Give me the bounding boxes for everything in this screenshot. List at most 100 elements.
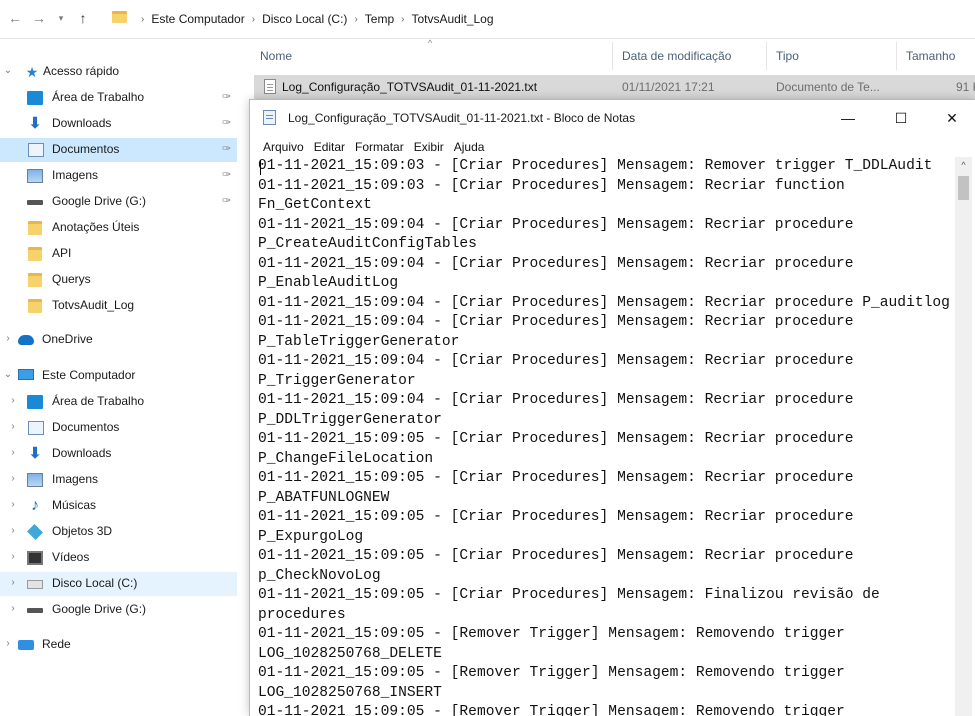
pin-icon[interactable]: ✑	[222, 116, 231, 129]
chevron-right-icon[interactable]: ›	[8, 499, 18, 510]
chevron-right-icon[interactable]: ›	[8, 473, 18, 484]
nav-pc-google-drive[interactable]: › Google Drive (G:)	[0, 598, 237, 622]
nav-pc-downloads[interactable]: › ⬇ Downloads	[0, 442, 237, 466]
pin-icon[interactable]: ✑	[222, 142, 231, 155]
file-row[interactable]: Log_Configuração_TOTVSAudit_01-11-2021.t…	[254, 75, 975, 100]
nav-quick-google-drive[interactable]: Google Drive (G:) ✑	[0, 190, 237, 214]
maximize-button[interactable]: ☐	[878, 100, 924, 136]
nav-label: Área de Trabalho	[52, 394, 145, 408]
nav-pc-3d-objects[interactable]: › Objetos 3D	[0, 520, 237, 544]
nav-quick-documents[interactable]: Documentos ✑	[0, 138, 237, 162]
nav-network[interactable]: › Rede	[0, 633, 237, 657]
navigation-pane: ⌄ ★ Acesso rápido Área de Trabalho ✑ ⬇ D…	[0, 55, 240, 716]
nav-quick-access[interactable]: ⌄ ★ Acesso rápido	[0, 60, 237, 84]
nav-label: Área de Trabalho	[52, 90, 145, 104]
nav-label: Músicas	[52, 498, 97, 512]
video-icon	[27, 551, 43, 565]
recent-locations-chevron-icon[interactable]: ▾	[52, 10, 70, 26]
column-header-type[interactable]: Tipo	[776, 38, 799, 74]
column-divider[interactable]	[766, 42, 767, 70]
drive-icon	[27, 200, 43, 205]
minimize-button[interactable]: —	[825, 100, 871, 136]
folder-icon	[28, 247, 42, 261]
menu-formatar[interactable]: Formatar	[355, 140, 404, 154]
column-divider[interactable]	[612, 42, 613, 70]
text-caret	[260, 160, 261, 175]
menu-exibir[interactable]: Exibir	[414, 140, 444, 154]
chevron-right-icon[interactable]: ›	[3, 333, 13, 344]
chevron-right-icon[interactable]: ›	[8, 421, 18, 432]
close-button[interactable]: ✕	[929, 100, 975, 136]
column-header-size[interactable]: Tamanho	[906, 38, 955, 74]
nav-pc-documents[interactable]: › Documentos	[0, 416, 237, 440]
chevron-right-icon[interactable]: ›	[8, 603, 18, 614]
breadcrumb-item[interactable]: Temp	[365, 12, 394, 26]
nav-pc-desktop[interactable]: › Área de Trabalho	[0, 390, 237, 414]
desktop-icon	[27, 395, 43, 409]
nav-quick-images[interactable]: Imagens ✑	[0, 164, 237, 188]
nav-quick-querys[interactable]: Querys	[0, 268, 237, 292]
pin-icon[interactable]: ✑	[222, 168, 231, 181]
nav-label: Este Computador	[42, 368, 136, 382]
nav-label: Vídeos	[52, 550, 90, 564]
nav-pc-local-disk[interactable]: › Disco Local (C:)	[0, 572, 237, 596]
text-file-icon	[264, 79, 276, 94]
back-arrow-icon[interactable]: ←	[6, 10, 24, 26]
chevron-down-icon[interactable]: ⌄	[3, 369, 13, 380]
breadcrumb-item[interactable]: TotvsAudit_Log	[411, 12, 493, 26]
scroll-up-icon[interactable]: ^	[955, 160, 972, 174]
menu-arquivo[interactable]: Arquivo	[263, 140, 304, 154]
chevron-down-icon[interactable]: ⌄	[3, 65, 13, 76]
nav-pc-videos[interactable]: › Vídeos	[0, 546, 237, 570]
forward-arrow-icon[interactable]: →	[30, 10, 48, 26]
cloud-icon	[18, 335, 34, 345]
nav-quick-desktop[interactable]: Área de Trabalho ✑	[0, 86, 237, 110]
desktop-icon	[27, 91, 43, 105]
breadcrumb-item[interactable]: Este Computador	[151, 12, 244, 26]
chevron-right-icon[interactable]: ›	[8, 395, 18, 406]
file-date: 01/11/2021 17:21	[622, 80, 715, 94]
chevron-right-icon[interactable]: ›	[8, 447, 18, 458]
nav-label: Downloads	[52, 116, 112, 130]
chevron-right-icon: ›	[141, 13, 145, 25]
menu-editar[interactable]: Editar	[314, 140, 345, 154]
column-header-name[interactable]: Nome	[260, 38, 292, 74]
chevron-right-icon: ›	[354, 13, 358, 25]
pin-icon[interactable]: ✑	[222, 194, 231, 207]
pin-icon[interactable]: ✑	[222, 90, 231, 103]
vertical-scrollbar[interactable]: ^	[955, 157, 972, 716]
nav-onedrive[interactable]: › OneDrive	[0, 328, 237, 352]
chevron-right-icon[interactable]: ›	[8, 551, 18, 562]
chevron-right-icon[interactable]: ›	[8, 577, 18, 588]
sort-ascending-icon: ^	[428, 38, 433, 48]
breadcrumb: › Este Computador › Disco Local (C:) › T…	[134, 12, 494, 26]
nav-quick-downloads[interactable]: ⬇ Downloads ✑	[0, 112, 237, 136]
nav-this-pc[interactable]: ⌄ Este Computador	[0, 364, 237, 388]
chevron-right-icon[interactable]: ›	[3, 638, 13, 649]
computer-icon	[18, 369, 34, 380]
column-divider[interactable]	[896, 42, 897, 70]
menu-ajuda[interactable]: Ajuda	[454, 140, 485, 154]
title-bar[interactable]: Log_Configuração_TOTVSAudit_01-11-2021.t…	[250, 100, 975, 136]
file-content[interactable]: 01-11-2021_15:09:03 - [Criar Procedures]…	[258, 157, 954, 716]
nav-pc-images[interactable]: › Imagens	[0, 468, 237, 492]
nav-label: Google Drive (G:)	[52, 602, 147, 616]
download-icon: ⬇	[28, 445, 42, 462]
nav-label: Documentos	[52, 420, 120, 434]
nav-quick-anotacoes[interactable]: Anotações Úteis	[0, 216, 237, 240]
nav-pc-music[interactable]: › ♪ Músicas	[0, 494, 237, 518]
up-arrow-icon[interactable]: ↑	[74, 10, 92, 26]
folder-icon	[28, 273, 42, 287]
nav-label: Google Drive (G:)	[52, 194, 147, 208]
nav-quick-totvsaudit-log[interactable]: TotvsAudit_Log	[0, 294, 237, 318]
nav-label: Objetos 3D	[52, 524, 113, 538]
chevron-right-icon[interactable]: ›	[8, 525, 18, 536]
text-editor[interactable]: 01-11-2021_15:09:03 - [Criar Procedures]…	[258, 157, 954, 716]
nav-quick-api[interactable]: API	[0, 242, 237, 266]
column-header-date[interactable]: Data de modificação	[622, 38, 731, 74]
notepad-icon	[263, 110, 276, 125]
notepad-window[interactable]: Log_Configuração_TOTVSAudit_01-11-2021.t…	[250, 100, 975, 716]
scrollbar-thumb[interactable]	[958, 176, 969, 200]
drive-icon	[27, 608, 43, 613]
breadcrumb-item[interactable]: Disco Local (C:)	[262, 12, 347, 26]
